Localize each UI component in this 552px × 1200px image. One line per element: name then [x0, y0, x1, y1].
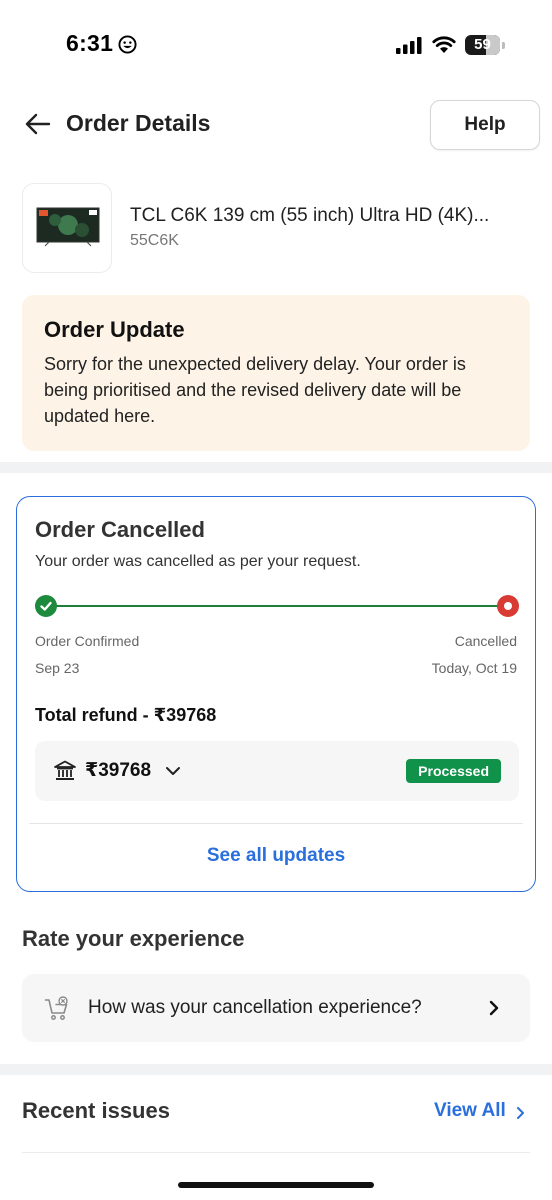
refund-amount: ₹39768 [85, 760, 152, 781]
refund-detail-row[interactable]: ₹39768 Processed [35, 741, 519, 801]
chevron-right-icon [489, 1000, 499, 1016]
wifi-icon [432, 36, 456, 53]
order-update-message: Sorry for the unexpected delivery delay.… [44, 354, 466, 426]
chevron-down-icon[interactable] [165, 765, 181, 777]
step-cancelled-label: Cancelled [454, 633, 517, 649]
product-model: 55C6K [130, 232, 179, 249]
product-thumbnail [22, 183, 112, 273]
smiley-icon [118, 35, 137, 54]
rate-question: How was your cancellation experience? [88, 997, 422, 1018]
status-bar: 6:31 59 [0, 0, 552, 90]
help-button[interactable]: Help [430, 100, 540, 150]
see-all-updates-link[interactable]: See all updates [17, 845, 535, 867]
recent-issues-divider [22, 1152, 530, 1153]
home-indicator[interactable] [178, 1182, 374, 1188]
cancellation-title: Order Cancelled [35, 517, 205, 542]
order-tracker [35, 595, 519, 617]
cancellation-subtitle: Your order was cancelled as per your req… [35, 553, 361, 570]
back-arrow-icon[interactable] [24, 110, 52, 138]
product-summary[interactable]: TCL C6K 139 cm (55 inch) Ultra HD (4K)..… [22, 183, 532, 273]
rate-section-title: Rate your experience [22, 926, 245, 951]
tracker-line [53, 605, 501, 607]
order-update-title: Order Update [44, 317, 185, 342]
cancellation-card: Order Cancelled Your order was cancelled… [16, 496, 536, 892]
step-confirmed-date: Sep 23 [35, 660, 80, 676]
battery-level: 59 [474, 36, 491, 53]
section-divider [0, 462, 552, 473]
cancelled-dot-icon [497, 595, 519, 617]
card-divider [29, 823, 523, 824]
step-confirmed-label: Order Confirmed [35, 633, 140, 649]
rate-cancellation-experience[interactable]: How was your cancellation experience? [22, 974, 530, 1042]
order-update-notice: Order Update Sorry for the unexpected de… [22, 295, 530, 451]
bank-icon [54, 760, 76, 780]
cart-cancel-icon [44, 996, 68, 1020]
confirmed-check-icon [35, 595, 57, 617]
battery-icon: 59 [465, 35, 505, 55]
refund-status-badge: Processed [406, 759, 501, 783]
step-cancelled-date: Today, Oct 19 [431, 660, 517, 676]
recent-issues-title: Recent issues [22, 1098, 170, 1123]
tv-image [36, 207, 100, 247]
signal-icon [396, 37, 422, 54]
refund-total: Total refund - ₹39768 [35, 705, 217, 725]
status-time: 6:31 [66, 30, 114, 56]
page-title: Order Details [66, 110, 211, 136]
view-all-chevron-icon[interactable] [516, 1106, 525, 1120]
section-divider [0, 1064, 552, 1075]
product-name: TCL C6K 139 cm (55 inch) Ultra HD (4K)..… [130, 205, 490, 226]
header: Order Details Help [0, 98, 552, 152]
view-all-link[interactable]: View All [434, 1100, 506, 1122]
